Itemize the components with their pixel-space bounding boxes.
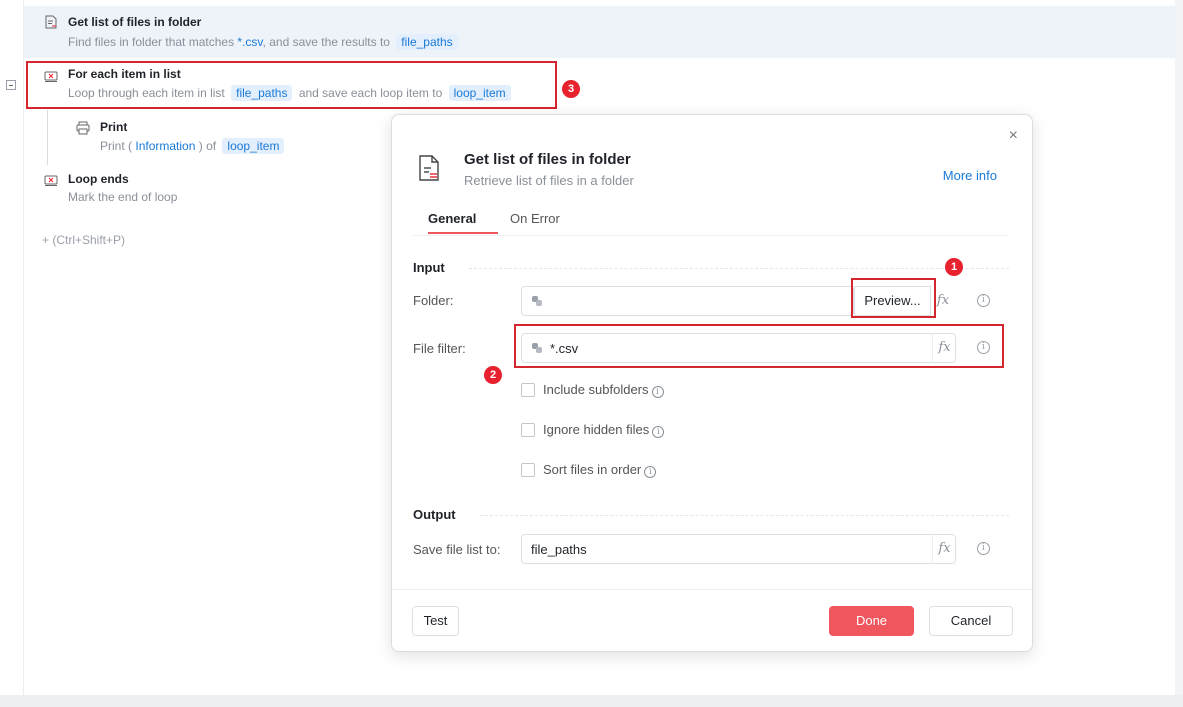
python-icon (532, 296, 542, 306)
step-config-dialog: × Get list of files in folder Retrieve l… (391, 114, 1033, 652)
dialog-subtitle: Retrieve list of files in a folder (464, 173, 634, 188)
cancel-button[interactable]: Cancel (929, 606, 1013, 636)
highlight-box-1 (851, 278, 936, 318)
highlight-box-2 (514, 324, 1004, 368)
sort-files-option[interactable]: Sort files in order i (521, 462, 657, 478)
step-title: Print (100, 120, 128, 134)
close-icon[interactable]: × (1009, 127, 1018, 145)
step-description: Print ( Information ) of loop_item (100, 138, 287, 154)
save-file-list-label: Save file list to: (413, 542, 501, 557)
fx-icon[interactable]: fx (932, 534, 956, 564)
include-subfolders-checkbox[interactable] (521, 383, 535, 397)
input-section-heading: Input (413, 260, 445, 275)
desc-text: ) of (198, 139, 217, 153)
badge-1: 1 (945, 258, 963, 276)
info-icon[interactable]: i (977, 294, 990, 307)
info-icon[interactable]: i (644, 466, 657, 478)
add-step-hint[interactable]: + (Ctrl+Shift+P) (42, 233, 125, 247)
tab-label: General (428, 211, 477, 226)
tab-on-error[interactable]: On Error (510, 211, 560, 232)
variable-chip[interactable]: loop_item (222, 138, 285, 154)
step-description: Find files in folder that matches *.csv,… (68, 34, 461, 50)
variable-chip[interactable]: file_paths (396, 34, 458, 50)
left-gutter (0, 0, 24, 707)
file-list-icon (419, 155, 439, 181)
desc-text: Find files in folder that matches (68, 35, 235, 49)
folder-input[interactable] (521, 286, 854, 316)
badge-3: 3 (562, 80, 580, 98)
loop-end-icon (44, 175, 58, 186)
test-button[interactable]: Test (412, 606, 459, 636)
step-title: Get list of files in folder (68, 15, 202, 29)
badge-2: 2 (484, 366, 502, 384)
dialog-tabs: General On Error (413, 211, 1009, 236)
info-icon[interactable]: i (651, 386, 664, 398)
dialog-title: Get list of files in folder (464, 151, 631, 168)
output-section-heading: Output (413, 507, 456, 522)
highlight-box-3 (26, 61, 557, 109)
checkbox-label: Include subfolders (543, 382, 649, 397)
info-icon[interactable]: i (652, 426, 665, 438)
ignore-hidden-option[interactable]: Ignore hidden files i (521, 422, 665, 438)
file-list-icon (45, 15, 57, 29)
file-filter-label: File filter: (413, 341, 466, 356)
flow-step-get-files[interactable]: Get list of files in folder Find files i… (24, 6, 1175, 58)
desc-text: , and save the results to (262, 35, 390, 49)
tab-general[interactable]: General (428, 211, 498, 234)
checkbox-label: Ignore hidden files (543, 422, 650, 437)
step-title: Loop ends (68, 172, 129, 186)
sort-files-checkbox[interactable] (521, 463, 535, 477)
canvas: Get list of files in folder Find files i… (0, 0, 1183, 707)
collapse-toggle[interactable] (6, 80, 16, 90)
filter-value: *.csv (237, 35, 263, 49)
section-divider (469, 268, 1009, 269)
footer-divider (392, 589, 1032, 590)
save-file-list-input[interactable]: file_paths fx (521, 534, 956, 564)
save-file-list-value: file_paths (531, 542, 587, 557)
done-button[interactable]: Done (829, 606, 914, 636)
checkbox-label: Sort files in order (543, 462, 642, 477)
vertical-scrollbar[interactable] (1175, 0, 1183, 707)
horizontal-scrollbar[interactable] (0, 695, 1183, 707)
print-level: Information (135, 139, 196, 153)
more-info-link[interactable]: More info (943, 168, 997, 183)
ignore-hidden-checkbox[interactable] (521, 423, 535, 437)
step-description: Mark the end of loop (68, 190, 178, 204)
section-divider (480, 515, 1009, 516)
folder-label: Folder: (413, 293, 454, 308)
printer-icon (76, 121, 90, 135)
include-subfolders-option[interactable]: Include subfolders i (521, 382, 664, 398)
desc-text: Print ( (100, 139, 133, 153)
info-icon[interactable]: i (977, 542, 990, 555)
